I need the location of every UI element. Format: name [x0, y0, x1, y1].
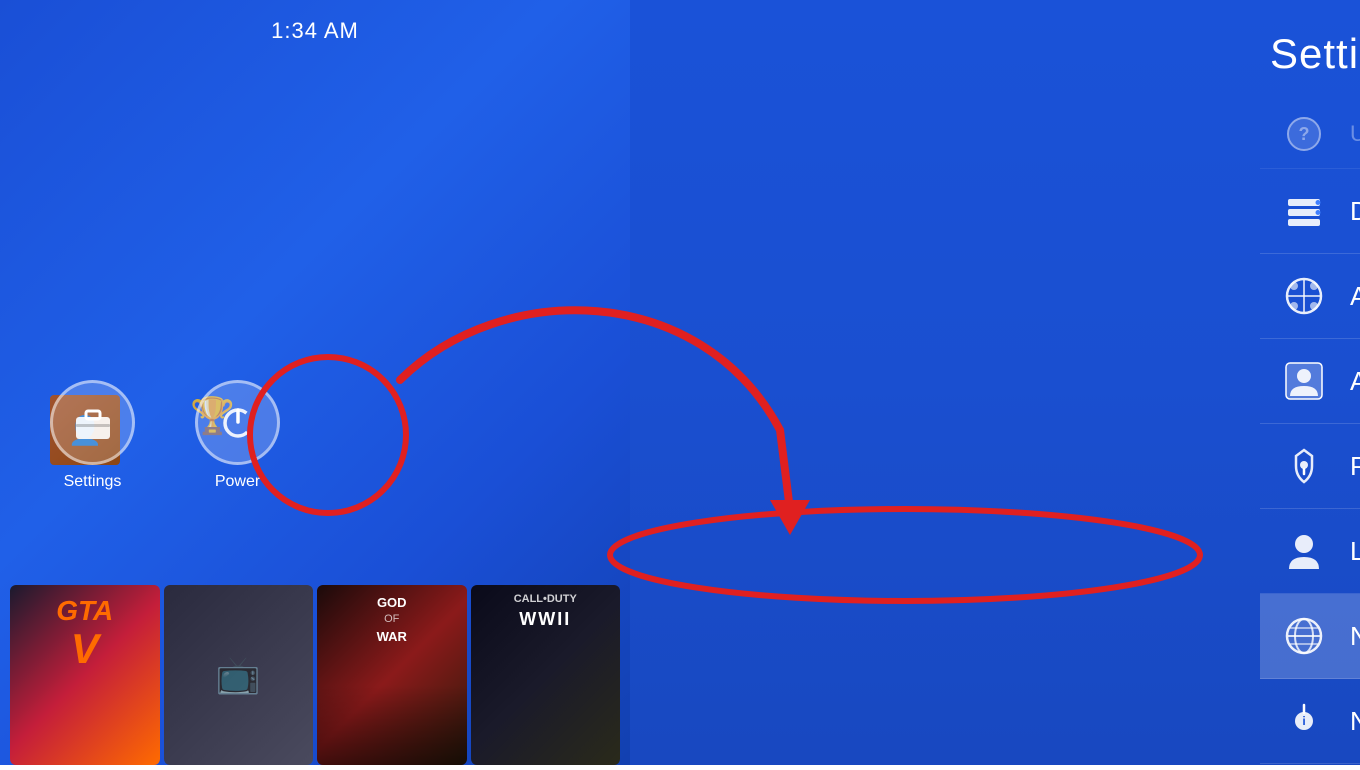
- data-handling-svg: [1284, 191, 1324, 231]
- settings-home-icon[interactable]: Settings: [50, 380, 135, 491]
- menu-item-account-management[interactable]: Account Management: [1260, 339, 1360, 424]
- game-thumbnails-row: GTA V 📺 GOD OF WAR CALL•DUTY WWII: [0, 585, 630, 765]
- gow-thumbnail[interactable]: GOD OF WAR: [317, 585, 467, 765]
- network-svg: [1284, 616, 1324, 656]
- menu-item-data-handling[interactable]: Data Handling/Health & Safety: [1260, 169, 1360, 254]
- menu-item-users-guide[interactable]: ? User's Guide/Helpfulness Info: [1260, 100, 1360, 169]
- account-management-label: Account Management: [1350, 366, 1360, 397]
- accessibility-label: Accessibility: [1350, 281, 1360, 312]
- network-icon: [1280, 612, 1328, 660]
- svg-text:i: i: [1302, 714, 1305, 728]
- left-panel: 1:34 AM 👤 🏆 Settings Pow: [0, 0, 630, 765]
- power-icon: [217, 402, 259, 444]
- power-label: Power: [215, 473, 260, 491]
- accessibility-svg: [1284, 276, 1324, 316]
- login-settings-label: Login Settings: [1350, 536, 1360, 567]
- parental-controls-icon: [1280, 442, 1328, 490]
- settings-menu: ? User's Guide/Helpfulness Info Data Han…: [1260, 100, 1360, 765]
- home-icons-row: Settings Power: [50, 380, 280, 491]
- briefcase-icon: [72, 405, 114, 441]
- gta-thumbnail[interactable]: GTA V: [10, 585, 160, 765]
- menu-item-network[interactable]: Network: [1260, 594, 1360, 679]
- accessibility-icon: [1280, 272, 1328, 320]
- network-label: Network: [1350, 621, 1360, 652]
- menu-item-notifications[interactable]: i Notifications: [1260, 679, 1360, 764]
- notifications-svg: i: [1284, 701, 1324, 741]
- power-home-icon[interactable]: Power: [195, 380, 280, 491]
- power-icon-circle[interactable]: [195, 380, 280, 465]
- users-guide-label: User's Guide/Helpfulness Info: [1350, 121, 1360, 147]
- menu-item-accessibility[interactable]: Accessibility: [1260, 254, 1360, 339]
- login-settings-icon: [1280, 527, 1328, 575]
- svg-text:?: ?: [1299, 124, 1310, 144]
- parental-controls-label: Parental Controls/Family Management: [1350, 451, 1360, 482]
- account-management-icon: [1280, 357, 1328, 405]
- data-handling-icon: [1280, 187, 1328, 235]
- data-handling-label: Data Handling/Health & Safety: [1350, 196, 1360, 227]
- menu-item-login-settings[interactable]: Login Settings: [1260, 509, 1360, 594]
- parental-controls-svg: [1284, 446, 1324, 486]
- settings-label: Settings: [64, 473, 122, 491]
- time-display: 1:34 AM: [271, 18, 359, 44]
- settings-title: Settings: [1270, 30, 1360, 78]
- notifications-label: Notifications: [1350, 706, 1360, 737]
- account-management-svg: [1284, 361, 1324, 401]
- users-guide-svg: ?: [1284, 114, 1324, 154]
- right-panel: Settings ? User's Guide/Helpfulness Info: [630, 0, 1360, 765]
- notifications-icon: i: [1280, 697, 1328, 745]
- settings-icon-circle[interactable]: [50, 380, 135, 465]
- tv-thumbnail[interactable]: 📺: [164, 585, 314, 765]
- menu-item-parental-controls[interactable]: Parental Controls/Family Management: [1260, 424, 1360, 509]
- cod-thumbnail[interactable]: CALL•DUTY WWII: [471, 585, 621, 765]
- users-guide-icon: ?: [1280, 110, 1328, 158]
- login-settings-svg: [1284, 531, 1324, 571]
